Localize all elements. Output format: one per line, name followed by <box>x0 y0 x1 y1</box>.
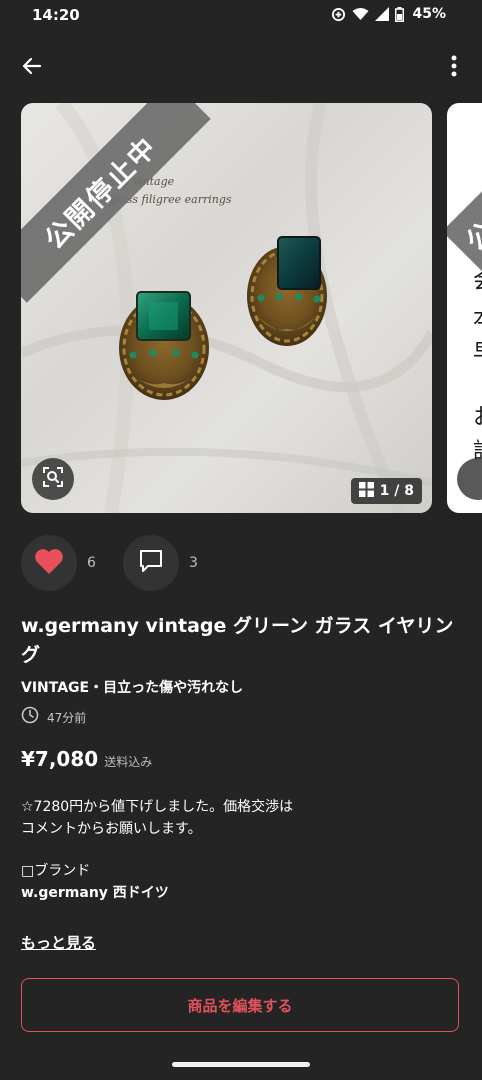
photo-counter: 1 / 8 <box>350 478 422 504</box>
item-detail-screen: 14:20 45% n glass filigree earrings 公開停止… <box>0 0 482 1080</box>
item-description: ☆7280円から値下げしました。価格交渉は コメントからお願いします。 <box>21 796 293 840</box>
status-bar: 14:20 45% <box>0 0 482 32</box>
photo-counter-text: 1 / 8 <box>379 483 414 499</box>
earrings-photo-image <box>21 103 432 513</box>
home-indicator[interactable] <box>172 1062 310 1067</box>
comment-button[interactable] <box>123 535 179 591</box>
brand-label: □ブランド <box>21 863 91 879</box>
photo-carousel[interactable]: many vintage n glass filigree earrings 公… <box>21 103 482 513</box>
back-button[interactable] <box>16 52 48 84</box>
brand-block: □ブランド w.germany 西ドイツ <box>21 860 169 904</box>
next-photo-preview[interactable]: 会 本 早 お 許 公開停止中 <box>447 103 482 513</box>
image-search-icon <box>42 466 64 492</box>
signal-icon <box>375 7 390 21</box>
next-image-search-button[interactable] <box>457 458 482 500</box>
battery-level: 45% <box>412 6 446 22</box>
arrow-back-icon <box>20 54 44 82</box>
shipping-note: 送料込み <box>104 755 153 769</box>
comment-icon <box>138 548 164 578</box>
brand-value: w.germany 西ドイツ <box>21 885 169 901</box>
item-condition: VINTAGE・目立った傷や汚れなし <box>21 680 244 696</box>
posted-time-row: 47分前 <box>21 706 86 728</box>
edit-item-button[interactable]: 商品を編集する <box>21 978 459 1032</box>
image-search-button[interactable] <box>32 458 74 500</box>
item-title: w.germany vintage グリーン ガラス イヤリング <box>21 615 454 666</box>
product-photo[interactable]: many vintage n glass filigree earrings 公… <box>21 103 432 513</box>
grid-icon <box>358 481 374 501</box>
comment-count: 3 <box>189 555 198 571</box>
next-photo-char: お <box>473 399 482 431</box>
description-line: ☆7280円から値下げしました。価格交渉は <box>21 799 294 815</box>
like-count: 6 <box>87 555 96 571</box>
like-button[interactable] <box>21 535 77 591</box>
data-saver-icon <box>331 7 346 22</box>
action-row: 6 3 <box>21 535 225 591</box>
status-icons: 45% <box>331 6 446 22</box>
wifi-icon <box>352 7 369 21</box>
battery-icon <box>395 6 405 22</box>
heart-icon <box>34 548 64 579</box>
next-paused-banner: 公開停止中 <box>447 111 482 271</box>
more-vert-icon <box>451 55 457 81</box>
more-menu-button[interactable] <box>442 52 466 84</box>
description-line: コメントからお願いします。 <box>21 821 202 837</box>
clock-icon <box>21 706 39 728</box>
status-time: 14:20 <box>32 6 80 24</box>
show-more-link[interactable]: もっと見る <box>21 932 96 953</box>
price-row: ¥7,080 送料込み <box>21 747 152 771</box>
item-price: ¥7,080 <box>21 747 99 771</box>
posted-time: 47分前 <box>47 710 87 725</box>
next-paused-label: 公開停止中 <box>460 139 482 258</box>
next-photo-char: 早 <box>473 335 482 367</box>
next-photo-char: 本 <box>473 301 482 333</box>
